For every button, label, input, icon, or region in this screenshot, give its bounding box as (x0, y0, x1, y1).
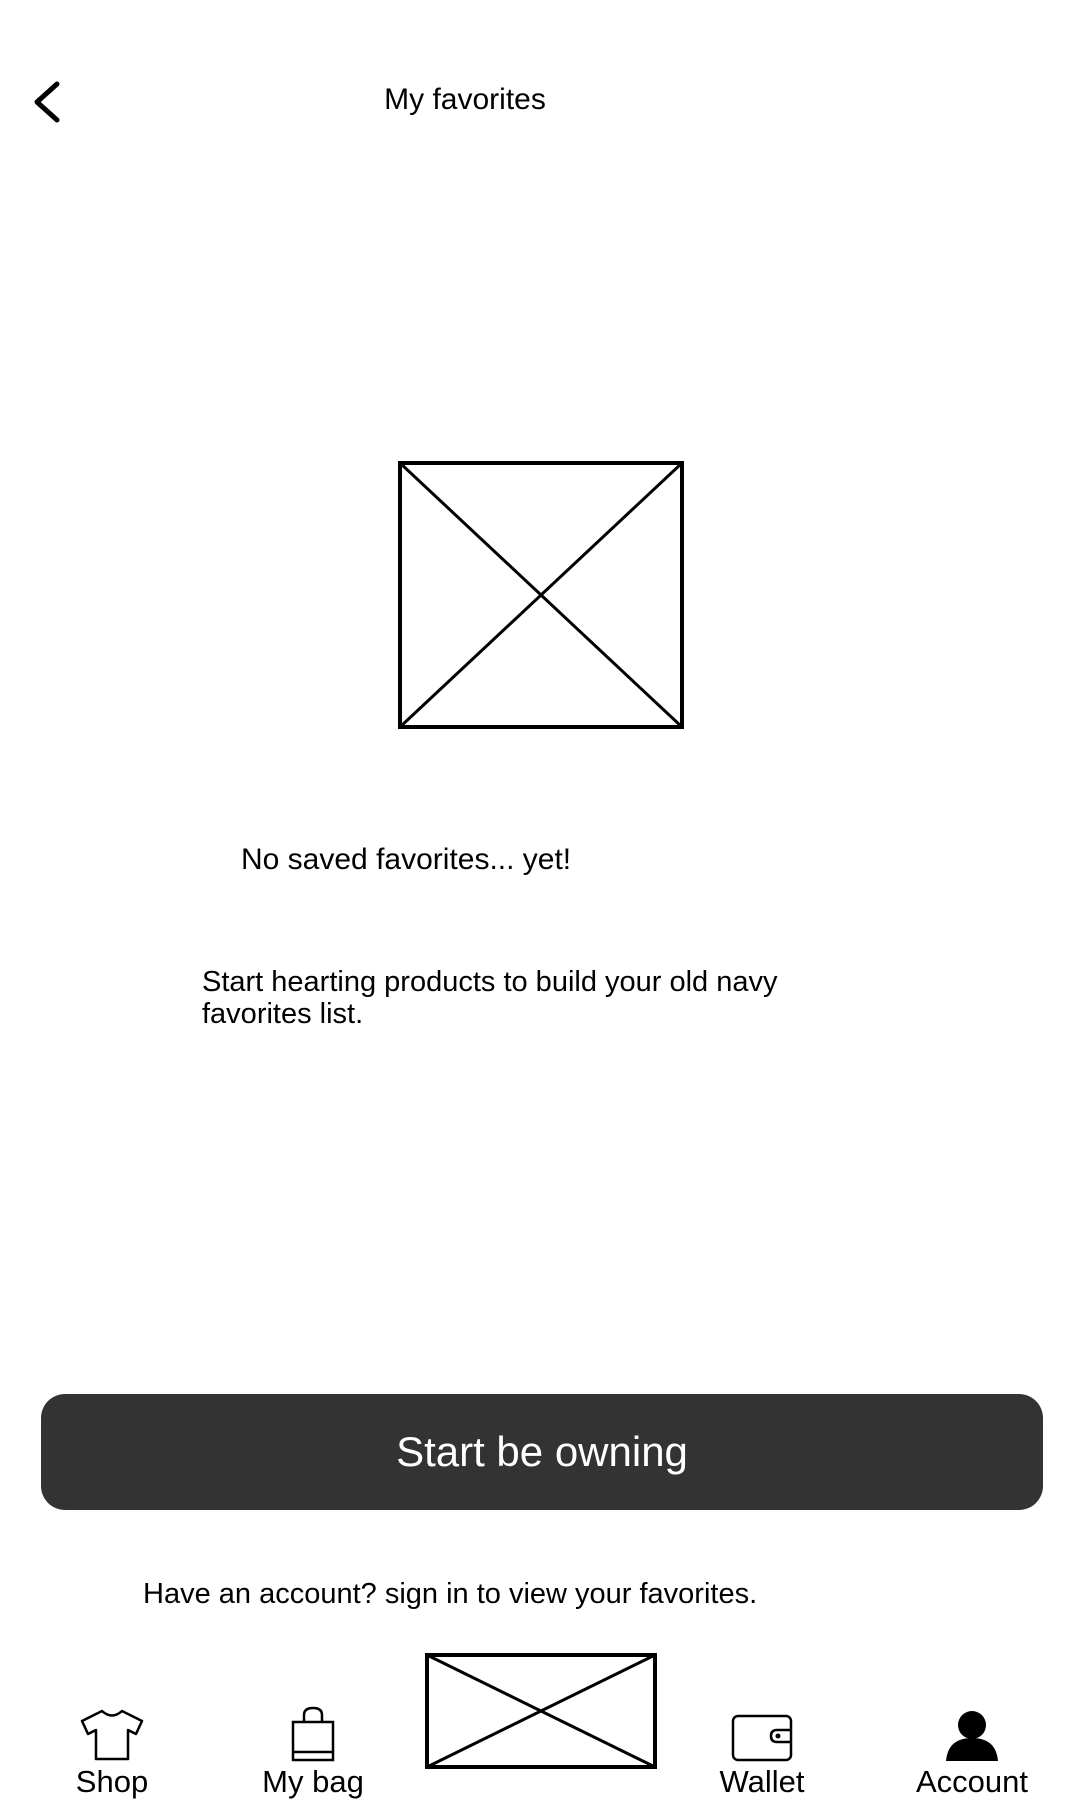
image-placeholder-icon (398, 461, 684, 729)
person-icon (946, 1711, 998, 1761)
shopping-bag-icon (291, 1706, 335, 1762)
nav-center-image-placeholder-icon[interactable] (425, 1653, 657, 1769)
nav-label-my-bag: My bag (262, 1764, 364, 1799)
tshirt-icon (80, 1709, 144, 1761)
nav-item-wallet[interactable]: Wallet (707, 1650, 817, 1800)
wallet-icon (731, 1714, 793, 1762)
start-owning-button[interactable]: Start be owning (41, 1394, 1043, 1510)
page-title: My favorites (384, 83, 546, 116)
nav-label-account: Account (915, 1764, 1028, 1799)
nav-item-my-bag[interactable]: My bag (248, 1650, 378, 1800)
nav-item-account[interactable]: Account (902, 1650, 1042, 1800)
nav-item-shop[interactable]: Shop (52, 1650, 172, 1800)
nav-label-shop: Shop (75, 1764, 149, 1799)
bottom-nav: Shop My bag Wallet Account (0, 1650, 1080, 1800)
signin-prompt-link[interactable]: Have an account? sign in to view your fa… (143, 1576, 757, 1612)
empty-state-description: Start hearting products to build your ol… (202, 966, 778, 1030)
empty-state-title: No saved favorites... yet! (241, 843, 572, 876)
favorites-screen: My favorites No saved favorites... yet! … (0, 0, 1080, 1800)
nav-label-wallet: Wallet (719, 1764, 805, 1799)
